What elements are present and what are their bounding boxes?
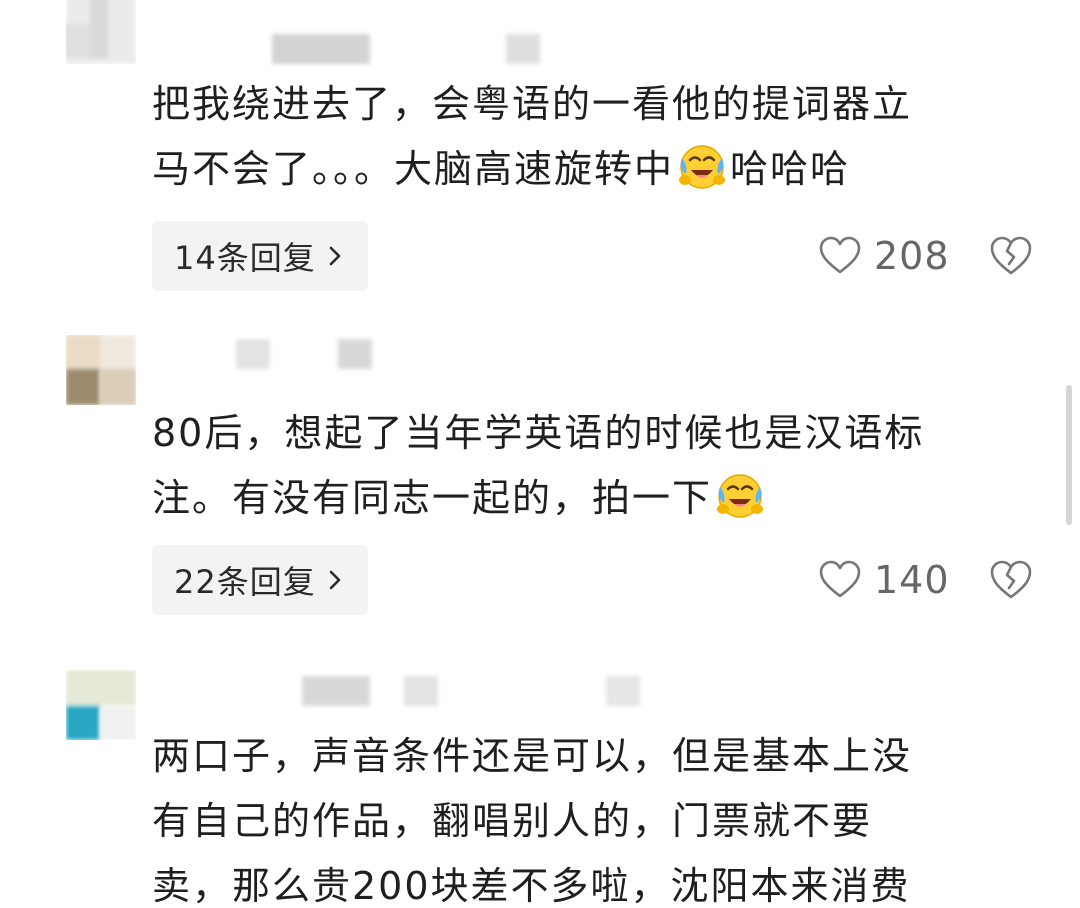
view-replies-button[interactable]: 14条回复 xyxy=(152,221,368,291)
chevron-right-icon xyxy=(329,570,341,590)
comment-text: 把我绕进去了，会粤语的一看他的提词器立 马不会了。。。大脑高速旋转中 哈哈哈 xyxy=(152,72,1032,202)
replies-count-label: 22条回复 xyxy=(174,563,316,601)
username-redacted xyxy=(236,339,270,369)
comment-text-line: 卖，那么贵200块差不多啦，沈阳本来消费 xyxy=(152,864,911,908)
comment-text-line: 马不会了。。。大脑高速旋转中 哈哈哈 xyxy=(152,137,1032,202)
like-button[interactable]: 208 xyxy=(818,226,950,286)
comment-text-line: 把我绕进去了，会粤语的一看他的提词器立 xyxy=(152,82,913,126)
comment-text-line: 有自己的作品，翻唱别人的，门票就不要 xyxy=(152,799,873,843)
comment-text: 80后，想起了当年学英语的时候也是汉语标 注。有没有同志一起的，拍一下 xyxy=(152,401,1032,531)
username-redacted xyxy=(404,676,438,706)
username-redacted xyxy=(338,339,372,369)
like-button[interactable]: 140 xyxy=(818,550,950,610)
comment-text: 两口子，声音条件还是可以，但是基本上没 有自己的作品，翻唱别人的，门票就不要 卖… xyxy=(152,724,1032,908)
heart-outline-icon xyxy=(819,560,861,598)
like-count: 140 xyxy=(874,558,950,602)
replies-count-label: 14条回复 xyxy=(174,239,316,277)
comment-list: 把我绕进去了，会粤语的一看他的提词器立 马不会了。。。大脑高速旋转中 哈哈哈 1… xyxy=(0,0,1080,908)
comment-text-line: 两口子，声音条件还是可以，但是基本上没 xyxy=(152,734,913,778)
heart-outline-icon xyxy=(819,236,861,274)
avatar[interactable] xyxy=(66,335,136,405)
username-redacted xyxy=(606,676,640,706)
view-replies-button[interactable]: 22条回复 xyxy=(152,545,368,615)
avatar[interactable] xyxy=(66,670,136,740)
broken-heart-icon[interactable] xyxy=(988,233,1034,279)
laughing-crying-emoji-icon xyxy=(717,474,764,518)
avatar[interactable] xyxy=(66,0,136,64)
chevron-right-icon xyxy=(329,246,341,266)
scrollbar[interactable] xyxy=(1066,385,1072,525)
username-redacted xyxy=(272,34,370,64)
like-count: 208 xyxy=(874,234,950,278)
comment-text-line: 80后，想起了当年学英语的时候也是汉语标 xyxy=(152,411,925,455)
username-redacted xyxy=(302,676,370,706)
username-redacted xyxy=(506,34,540,64)
laughing-crying-emoji-icon xyxy=(679,145,726,189)
broken-heart-icon[interactable] xyxy=(988,557,1034,603)
comment-text-line: 注。有没有同志一起的，拍一下 xyxy=(152,466,1032,531)
